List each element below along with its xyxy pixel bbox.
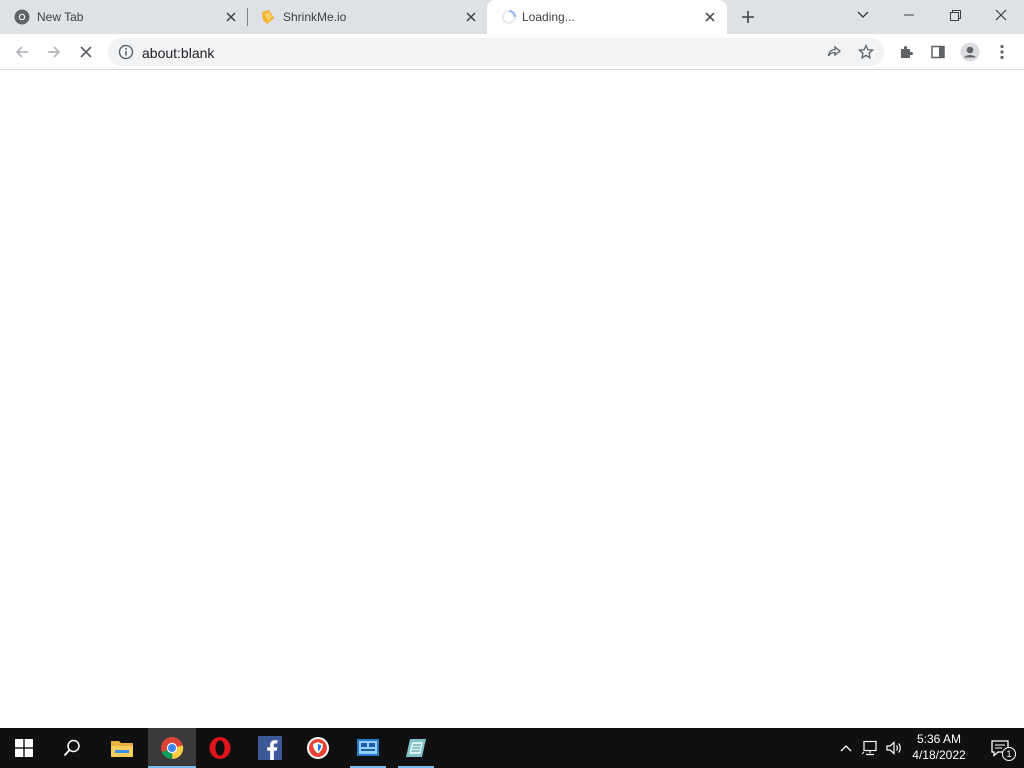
chrome-icon — [161, 737, 184, 760]
menu-kebab-icon[interactable] — [988, 38, 1016, 66]
back-button[interactable] — [8, 38, 36, 66]
taskbar-control-panel[interactable] — [344, 728, 392, 768]
windows-logo-icon — [15, 739, 33, 757]
notification-count-badge: 1 — [1002, 747, 1016, 761]
action-center-button[interactable]: 1 — [980, 728, 1020, 768]
tab-title: Loading... — [522, 10, 575, 24]
control-panel-icon — [357, 739, 379, 756]
facebook-icon — [258, 736, 282, 760]
taskbar-browser-shield[interactable] — [294, 728, 342, 768]
url-text[interactable]: about:blank — [142, 45, 214, 61]
network-icon[interactable] — [860, 738, 880, 758]
tab-title: New Tab — [37, 10, 84, 24]
shield-browser-icon — [307, 737, 329, 759]
shrinkme-icon — [260, 9, 276, 25]
chrome-icon — [14, 9, 30, 25]
tab-title: ShrinkMe.io — [283, 10, 347, 24]
share-icon[interactable] — [822, 40, 846, 64]
stop-loading-button[interactable] — [72, 38, 100, 66]
search-icon — [63, 739, 80, 757]
tab-shrinkme[interactable]: ShrinkMe.io — [248, 0, 486, 34]
tab-new-tab[interactable]: New Tab — [0, 0, 246, 34]
search-button[interactable] — [48, 728, 96, 768]
bookmark-star-icon[interactable] — [854, 40, 878, 64]
close-tab-icon[interactable] — [462, 8, 480, 26]
taskbar-clock[interactable]: 5:36 AM 4/18/2022 — [900, 731, 978, 765]
tab-strip: New Tab ShrinkMe.io Loading... — [0, 0, 1024, 34]
minimize-button[interactable] — [886, 0, 932, 30]
extensions-button[interactable] — [892, 38, 920, 66]
info-icon[interactable] — [118, 44, 134, 60]
clock-date: 4/18/2022 — [912, 748, 966, 762]
clock-time: 5:36 AM — [916, 732, 962, 746]
browser-toolbar: about:blank — [0, 34, 1024, 70]
tab-loading[interactable]: Loading... — [487, 0, 727, 34]
new-tab-button[interactable] — [737, 6, 759, 28]
close-tab-icon[interactable] — [222, 8, 240, 26]
page-viewport[interactable] — [0, 71, 1024, 728]
notepad-icon — [406, 739, 426, 757]
opera-icon — [209, 737, 231, 759]
taskbar-facebook[interactable] — [246, 728, 294, 768]
forward-button[interactable] — [40, 38, 68, 66]
tab-search-button[interactable] — [840, 0, 886, 30]
close-window-button[interactable] — [978, 0, 1024, 30]
profile-avatar[interactable] — [956, 38, 984, 66]
taskbar-chrome[interactable] — [148, 728, 196, 768]
taskbar-notepad-tool[interactable] — [392, 728, 440, 768]
windows-taskbar: 5:36 AM 4/18/2022 1 — [0, 728, 1024, 768]
show-hidden-icons-chevron-icon[interactable] — [836, 738, 856, 758]
side-panel-button[interactable] — [924, 38, 952, 66]
close-tab-icon[interactable] — [701, 8, 719, 26]
address-bar[interactable]: about:blank — [108, 38, 884, 66]
taskbar-file-explorer[interactable] — [98, 728, 146, 768]
taskbar-opera[interactable] — [196, 728, 244, 768]
folder-icon — [111, 741, 133, 757]
restore-button[interactable] — [932, 0, 978, 30]
start-button[interactable] — [0, 728, 48, 768]
loading-spinner-icon — [501, 9, 517, 25]
